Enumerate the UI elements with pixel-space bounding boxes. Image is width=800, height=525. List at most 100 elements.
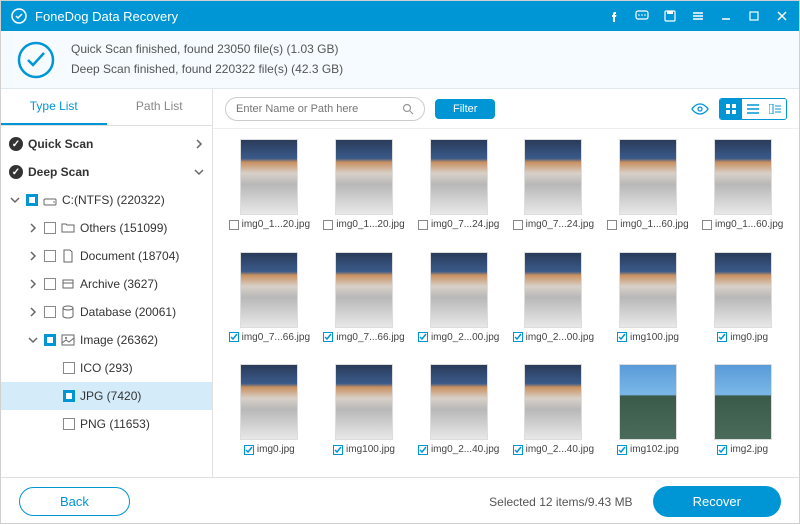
thumbnail-item[interactable]: img0_2...00.jpg <box>416 252 501 355</box>
thumbnail-item[interactable]: img0.jpg <box>700 252 785 355</box>
thumbnail-item[interactable]: img0_7...24.jpg <box>416 139 501 242</box>
tree-document[interactable]: Document (18704) <box>1 242 212 270</box>
tab-type-list[interactable]: Type List <box>1 89 107 125</box>
thumbnail-item[interactable]: img2.jpg <box>700 364 785 467</box>
filter-button[interactable]: Filter <box>435 99 495 119</box>
checkbox-icon[interactable] <box>44 222 56 234</box>
feedback-icon[interactable] <box>635 9 649 23</box>
thumbnail-item[interactable]: img0_7...66.jpg <box>227 252 312 355</box>
sidebar: Type List Path List ✓ Quick Scan ✓ Deep … <box>1 89 213 477</box>
drive-icon <box>43 193 57 207</box>
tree-deep-scan[interactable]: ✓ Deep Scan <box>1 158 212 186</box>
tree-quick-scan[interactable]: ✓ Quick Scan <box>1 130 212 158</box>
tree-ico[interactable]: ICO (293) <box>1 354 212 382</box>
thumbnail-image[interactable] <box>430 139 488 215</box>
save-icon[interactable] <box>663 9 677 23</box>
thumbnail-image[interactable] <box>714 364 772 440</box>
thumbnail-checkbox[interactable] <box>323 220 333 230</box>
thumbnail-item[interactable]: img100.jpg <box>322 364 407 467</box>
tree-png[interactable]: PNG (11653) <box>1 410 212 438</box>
thumbnail-image[interactable] <box>240 364 298 440</box>
checkbox-icon[interactable] <box>63 362 75 374</box>
preview-toggle-icon[interactable] <box>691 100 709 118</box>
thumbnail-item[interactable]: img0_1...20.jpg <box>322 139 407 242</box>
recover-button[interactable]: Recover <box>653 486 781 517</box>
tree-jpg[interactable]: JPG (7420) <box>1 382 212 410</box>
thumbnail-image[interactable] <box>335 252 393 328</box>
thumbnail-checkbox[interactable] <box>717 332 727 342</box>
search-box[interactable] <box>225 97 425 121</box>
thumbnail-item[interactable]: img0_7...66.jpg <box>322 252 407 355</box>
check-icon: ✓ <box>9 137 23 151</box>
view-grid-button[interactable] <box>720 99 742 119</box>
tree-others[interactable]: Others (151099) <box>1 214 212 242</box>
thumbnail-checkbox[interactable] <box>617 332 627 342</box>
thumbnail-checkbox[interactable] <box>244 445 254 455</box>
tab-path-list[interactable]: Path List <box>107 89 213 125</box>
thumbnail-item[interactable]: img0_1...20.jpg <box>227 139 312 242</box>
thumbnail-image[interactable] <box>524 252 582 328</box>
thumbnail-checkbox[interactable] <box>513 445 523 455</box>
thumbnail-checkbox[interactable] <box>607 220 617 230</box>
facebook-icon[interactable] <box>607 9 621 23</box>
checkbox-icon[interactable] <box>44 250 56 262</box>
thumbnail-image[interactable] <box>240 139 298 215</box>
thumbnail-image[interactable] <box>430 364 488 440</box>
checkbox-icon[interactable] <box>26 194 38 206</box>
thumbnail-item[interactable]: img0.jpg <box>227 364 312 467</box>
thumbnail-checkbox[interactable] <box>513 332 523 342</box>
thumbnail-image[interactable] <box>524 139 582 215</box>
tree-drive[interactable]: C:(NTFS) (220322) <box>1 186 212 214</box>
view-list-button[interactable] <box>742 99 764 119</box>
thumbnail-item[interactable]: img100.jpg <box>606 252 691 355</box>
thumbnail-image[interactable] <box>240 252 298 328</box>
back-button[interactable]: Back <box>19 487 130 516</box>
quick-scan-status: Quick Scan finished, found 23050 file(s)… <box>71 40 343 59</box>
thumbnail-checkbox[interactable] <box>323 332 333 342</box>
thumbnail-checkbox[interactable] <box>617 445 627 455</box>
thumbnail-checkbox[interactable] <box>717 445 727 455</box>
thumbnail-checkbox[interactable] <box>333 445 343 455</box>
thumbnail-filename: img0_2...40.jpg <box>431 444 499 455</box>
thumbnail-item[interactable]: img0_2...00.jpg <box>511 252 596 355</box>
thumbnail-checkbox[interactable] <box>513 220 523 230</box>
menu-icon[interactable] <box>691 9 705 23</box>
thumbnail-checkbox[interactable] <box>702 220 712 230</box>
thumbnail-item[interactable]: img0_1...60.jpg <box>606 139 691 242</box>
thumbnail-image[interactable] <box>619 139 677 215</box>
checkbox-icon[interactable] <box>44 334 56 346</box>
search-input[interactable] <box>236 103 402 115</box>
thumbnail-checkbox[interactable] <box>418 445 428 455</box>
thumbnail-checkbox[interactable] <box>418 332 428 342</box>
checkbox-icon[interactable] <box>44 278 56 290</box>
thumbnail-item[interactable]: img0_1...60.jpg <box>700 139 785 242</box>
tree-database[interactable]: Database (20061) <box>1 298 212 326</box>
minimize-icon[interactable] <box>719 9 733 23</box>
thumbnail-image[interactable] <box>714 252 772 328</box>
checkbox-icon[interactable] <box>44 306 56 318</box>
checkbox-icon[interactable] <box>63 418 75 430</box>
tree: ✓ Quick Scan ✓ Deep Scan C:(NTFS) (22032… <box>1 126 212 477</box>
thumbnail-item[interactable]: img102.jpg <box>606 364 691 467</box>
checkbox-icon[interactable] <box>63 390 75 402</box>
thumbnail-checkbox[interactable] <box>418 220 428 230</box>
tree-archive[interactable]: Archive (3627) <box>1 270 212 298</box>
close-icon[interactable] <box>775 9 789 23</box>
thumbnail-image[interactable] <box>714 139 772 215</box>
chevron-right-icon <box>194 139 204 149</box>
thumbnail-image[interactable] <box>619 364 677 440</box>
thumbnail-image[interactable] <box>619 252 677 328</box>
thumbnail-item[interactable]: img0_2...40.jpg <box>416 364 501 467</box>
thumbnail-checkbox[interactable] <box>229 332 239 342</box>
thumbnail-image[interactable] <box>335 364 393 440</box>
maximize-icon[interactable] <box>747 9 761 23</box>
tree-image[interactable]: Image (26362) <box>1 326 212 354</box>
app-logo-icon <box>11 8 27 24</box>
thumbnail-image[interactable] <box>524 364 582 440</box>
thumbnail-image[interactable] <box>430 252 488 328</box>
thumbnail-image[interactable] <box>335 139 393 215</box>
view-detail-button[interactable] <box>764 99 786 119</box>
thumbnail-item[interactable]: img0_2...40.jpg <box>511 364 596 467</box>
thumbnail-item[interactable]: img0_7...24.jpg <box>511 139 596 242</box>
thumbnail-checkbox[interactable] <box>229 220 239 230</box>
